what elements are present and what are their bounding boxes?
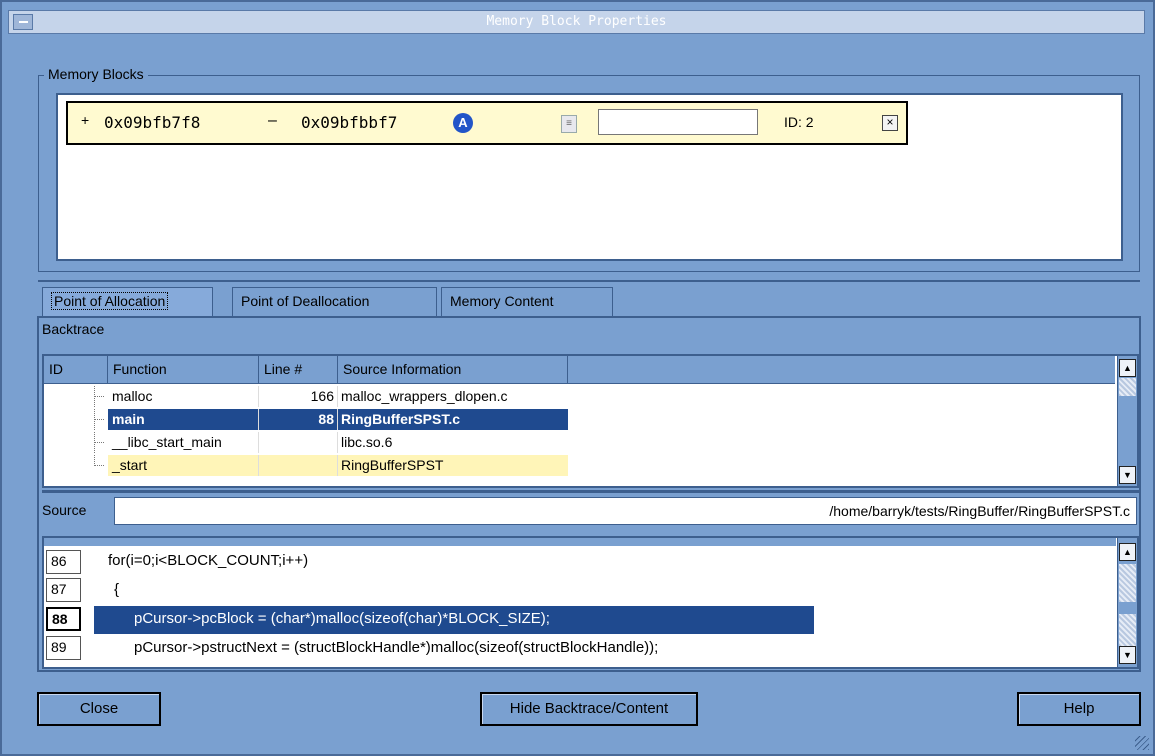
- splitter[interactable]: [38, 280, 1140, 282]
- scroll-up-icon[interactable]: ▲: [1119, 359, 1136, 377]
- block-start-address: 0x09bfb7f8: [104, 113, 201, 132]
- source-code-view: 86 87 88 89 for(i=0;i<BLOCK_COUNT;i++) {…: [42, 536, 1139, 669]
- block-note-input[interactable]: [598, 109, 758, 135]
- source-path-field[interactable]: /home/barryk/tests/RingBuffer/RingBuffer…: [114, 497, 1137, 525]
- expand-icon[interactable]: +: [81, 112, 89, 128]
- column-header-id[interactable]: ID: [44, 356, 108, 383]
- row-function: __libc_start_main: [108, 432, 259, 453]
- row-source: libc.so.6: [341, 434, 393, 450]
- source-scrollbar[interactable]: ▲ ▼: [1117, 538, 1137, 667]
- code-line: {: [114, 581, 120, 598]
- row-function: _start: [108, 455, 259, 476]
- column-header-line[interactable]: Line #: [259, 356, 338, 383]
- row-line: [259, 432, 338, 453]
- title-bar[interactable]: Memory Block Properties: [8, 10, 1145, 34]
- help-button[interactable]: Help: [1017, 692, 1141, 726]
- tree-connector: [90, 386, 104, 407]
- table-row[interactable]: _start RingBufferSPST: [44, 455, 1115, 476]
- code-line: for(i=0;i<BLOCK_COUNT;i++): [108, 552, 309, 569]
- tree-connector: [90, 432, 104, 453]
- row-source: RingBufferSPST.c: [338, 409, 568, 430]
- table-row[interactable]: __libc_start_main libc.so.6: [44, 432, 1115, 453]
- block-id-label: ID: 2: [784, 114, 814, 130]
- backtrace-header: ID Function Line # Source Information: [44, 356, 1115, 384]
- scroll-thumb[interactable]: [1119, 564, 1136, 602]
- hide-backtrace-content-button[interactable]: Hide Backtrace/Content: [480, 692, 698, 726]
- row-function: malloc: [108, 386, 259, 407]
- code-line: pCursor->pstructNext = (structBlockHandl…: [134, 639, 659, 656]
- line-number: 86: [46, 550, 81, 574]
- splitter[interactable]: [42, 490, 1139, 493]
- scroll-track[interactable]: [1119, 614, 1136, 646]
- backtrace-table: ID Function Line # Source Information ma…: [42, 354, 1139, 488]
- column-header-function[interactable]: Function: [108, 356, 259, 383]
- tab-point-of-allocation[interactable]: Point of Allocation: [42, 287, 213, 317]
- tree-connector: [90, 455, 104, 476]
- scroll-down-icon[interactable]: ▼: [1119, 646, 1136, 664]
- row-line: 166: [259, 386, 338, 407]
- note-icon[interactable]: ≡: [561, 115, 577, 133]
- allocation-badge-icon[interactable]: A: [453, 113, 473, 133]
- scroll-down-icon[interactable]: ▼: [1119, 466, 1136, 484]
- tab-memory-content[interactable]: Memory Content: [441, 287, 613, 317]
- line-number: 89: [46, 636, 81, 660]
- close-button[interactable]: Close: [37, 692, 161, 726]
- row-line: 88: [259, 409, 338, 430]
- window-title: Memory Block Properties: [486, 14, 667, 29]
- row-function: main: [108, 409, 259, 430]
- row-source: RingBufferSPST: [338, 455, 568, 476]
- tree-connector: [90, 409, 104, 430]
- memory-block-item[interactable]: + 0x09bfb7f8 – 0x09bfbbf7 A ≡ ID: 2 ×: [66, 101, 908, 145]
- code-header-bar: [44, 538, 1116, 546]
- table-row[interactable]: main 88 RingBufferSPST.c: [44, 409, 1115, 430]
- row-line: [259, 455, 338, 476]
- column-header-source[interactable]: Source Information: [338, 356, 568, 383]
- tab-point-of-deallocation[interactable]: Point of Deallocation: [232, 287, 437, 317]
- row-source: malloc_wrappers_dlopen.c: [341, 388, 508, 404]
- line-number: 88: [46, 607, 81, 631]
- source-label: Source: [42, 502, 87, 518]
- line-number: 87: [46, 578, 81, 602]
- table-row[interactable]: malloc 166 malloc_wrappers_dlopen.c: [44, 386, 1115, 407]
- code-line-current: pCursor->pcBlock = (char*)malloc(sizeof(…: [94, 606, 814, 634]
- scroll-up-icon[interactable]: ▲: [1119, 543, 1136, 561]
- address-separator: –: [268, 112, 277, 129]
- remove-block-icon[interactable]: ×: [882, 115, 898, 131]
- memory-blocks-legend: Memory Blocks: [44, 66, 148, 82]
- block-end-address: 0x09bfbbf7: [301, 113, 398, 132]
- backtrace-label: Backtrace: [42, 321, 105, 337]
- resize-grip-icon[interactable]: [1135, 736, 1149, 750]
- backtrace-scrollbar[interactable]: ▲ ▼: [1117, 356, 1137, 486]
- scroll-thumb[interactable]: [1119, 378, 1136, 396]
